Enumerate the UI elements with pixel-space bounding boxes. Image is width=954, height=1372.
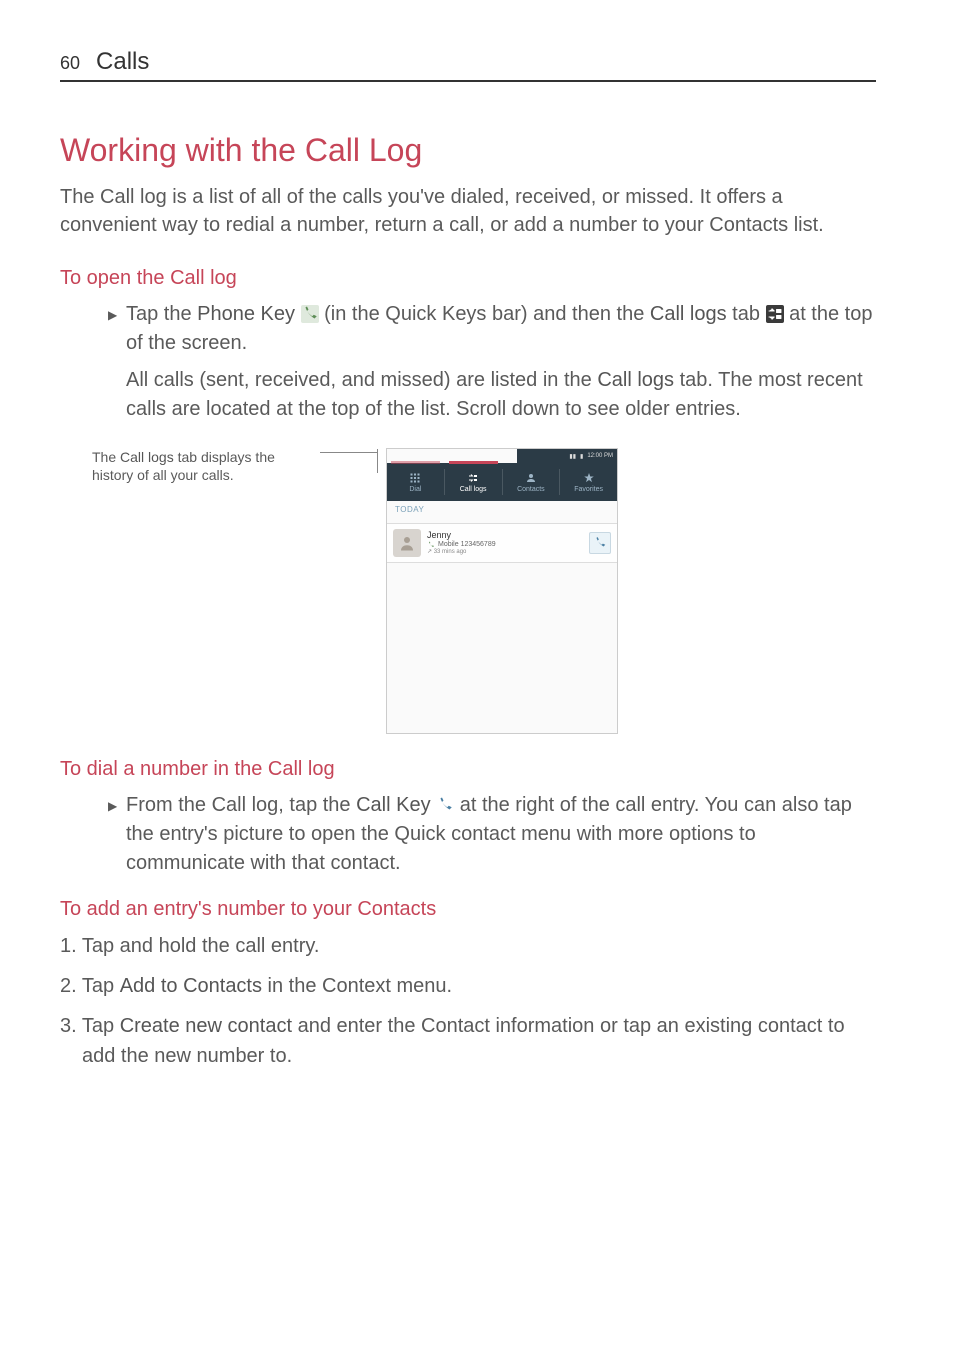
call-button[interactable] xyxy=(589,532,611,554)
caption-bold: Call logs xyxy=(120,449,174,465)
text-fragment: Tap the xyxy=(126,303,197,325)
intro-text: The Call log is a list of all of the cal… xyxy=(60,183,876,239)
page-number: 60 xyxy=(60,53,80,74)
status-time: 12:00 PM xyxy=(587,453,613,459)
call-logs-label: Call logs xyxy=(650,303,727,325)
tab-dial[interactable]: Dial xyxy=(387,463,444,501)
tab-label: Dial xyxy=(409,486,421,493)
tab-label: Favorites xyxy=(574,486,603,493)
steps-add-contact: 1. Tap and hold the call entry. 2. Tap A… xyxy=(60,931,876,1071)
bullet-dial-number: ▶ From the Call log, tap the Call Key at… xyxy=(60,791,876,878)
text-fragment: in the Context menu. xyxy=(262,975,452,997)
bullet-icon: ▶ xyxy=(108,791,118,878)
create-new-contact-label: Create new contact xyxy=(120,1015,292,1037)
bullet-text: From the Call log, tap the Call Key at t… xyxy=(126,791,876,878)
call-logs-icon xyxy=(467,472,479,484)
bullet-icon: ▶ xyxy=(108,300,118,358)
person-icon xyxy=(398,534,416,552)
contacts-icon xyxy=(525,472,537,484)
entry-name: Jenny xyxy=(427,531,583,541)
bullet-open-call-log: ▶ Tap the Phone Key (in the Quick Keys b… xyxy=(60,300,876,358)
text-fragment: 3. Tap xyxy=(60,1015,120,1037)
text-fragment: 2. Tap xyxy=(60,975,120,997)
page-header: 60 Calls xyxy=(60,48,876,82)
star-icon xyxy=(583,472,595,484)
avatar[interactable] xyxy=(393,529,421,557)
entry-detail: Mobile 123456789 xyxy=(427,541,583,549)
phone-key-icon xyxy=(301,305,319,323)
status-signal-icon: ▮▮ xyxy=(569,453,576,460)
open-call-log-detail: All calls (sent, received, and missed) a… xyxy=(60,366,876,424)
figure-call-logs-tab: The Call logs tab displays the history o… xyxy=(92,448,876,734)
text-fragment: tab xyxy=(727,303,766,325)
entry-time: ↗ 33 mins ago xyxy=(427,549,583,556)
tab-call-logs[interactable]: Call logs xyxy=(445,463,502,501)
page-title: Working with the Call Log xyxy=(60,132,876,169)
call-key-icon xyxy=(593,536,607,550)
call-key-icon xyxy=(436,796,454,814)
status-bar: ▮▮ ▮ 12:00 PM xyxy=(517,449,617,463)
call-logs-screenshot: ▮▮ ▮ 12:00 PM Dial Call logs Contacts Fa xyxy=(386,448,618,734)
figure-caption: The Call logs tab displays the history o… xyxy=(92,448,312,734)
text-fragment: (in the Quick Keys bar) and then the xyxy=(319,303,650,325)
call-logs-label: Call logs xyxy=(597,369,674,391)
heading-dial-number: To dial a number in the Call log xyxy=(60,758,876,781)
tab-contacts[interactable]: Contacts xyxy=(503,463,560,501)
status-battery-icon: ▮ xyxy=(580,453,583,460)
add-to-contacts-label: Add to Contacts xyxy=(120,975,262,997)
tab-label: Contacts xyxy=(517,486,545,493)
caption-fragment: The xyxy=(92,449,120,465)
step-3: 3. Tap Create new contact and enter the … xyxy=(60,1011,876,1071)
text-fragment: All calls (sent, received, and missed) a… xyxy=(126,369,597,391)
caption-connector xyxy=(320,452,378,464)
section-title: Calls xyxy=(96,48,149,76)
call-log-info: Jenny Mobile 123456789 ↗ 33 mins ago xyxy=(427,531,583,555)
step-1: 1. Tap and hold the call entry. xyxy=(60,931,876,961)
text-fragment: From the Call log, tap the xyxy=(126,794,356,816)
tab-label: Call logs xyxy=(460,486,487,493)
call-key-label: Call Key xyxy=(356,794,430,816)
bullet-text: Tap the Phone Key (in the Quick Keys bar… xyxy=(126,300,876,358)
entry-number: Mobile 123456789 xyxy=(438,541,496,549)
phone-key-label: Phone Key xyxy=(197,303,295,325)
tab-favorites[interactable]: Favorites xyxy=(560,463,617,501)
heading-open-call-log: To open the Call log xyxy=(60,267,876,290)
dialpad-icon xyxy=(409,472,421,484)
call-logs-tab-icon xyxy=(766,305,784,323)
tab-bar: Dial Call logs Contacts Favorites xyxy=(387,463,617,501)
heading-add-contact: To add an entry's number to your Contact… xyxy=(60,898,876,921)
step-2: 2. Tap Add to Contacts in the Context me… xyxy=(60,971,876,1001)
date-group-label: TODAY xyxy=(395,505,424,514)
outgoing-call-icon xyxy=(427,541,435,549)
call-log-entry[interactable]: Jenny Mobile 123456789 ↗ 33 mins ago xyxy=(387,523,617,563)
